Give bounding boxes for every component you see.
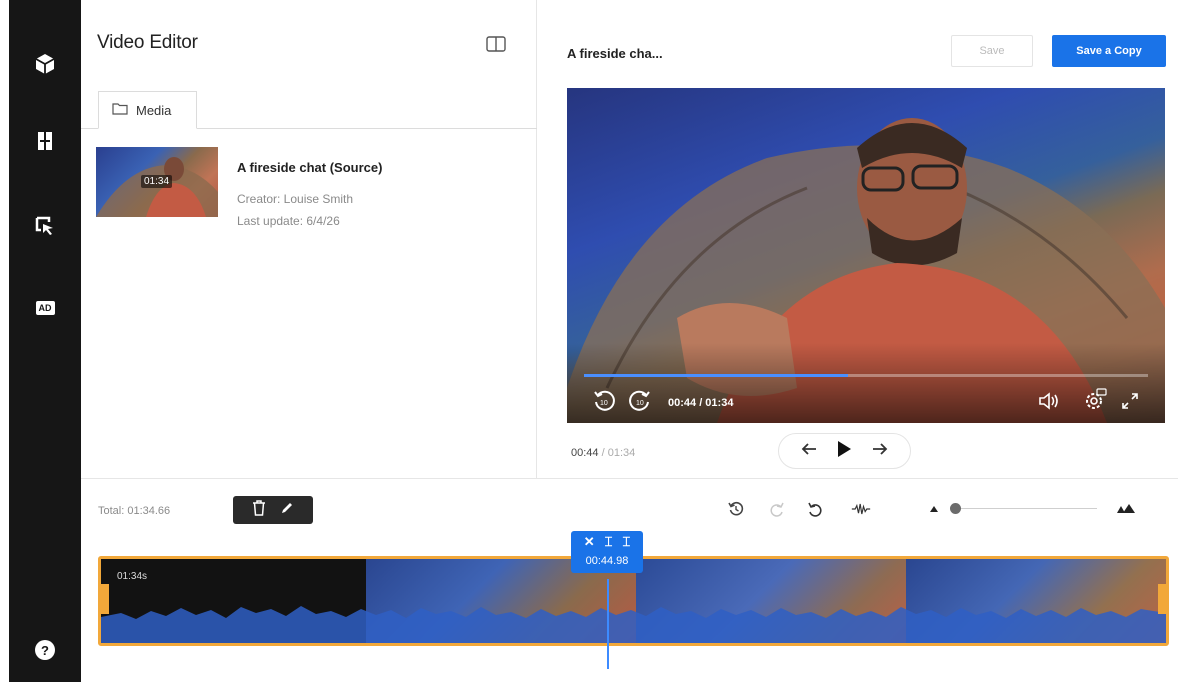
save-copy-button[interactable]: Save a Copy bbox=[1052, 35, 1166, 67]
tab-media-label: Media bbox=[136, 102, 172, 118]
zoom-in-icon[interactable] bbox=[1116, 499, 1136, 519]
video-progress-fill bbox=[584, 374, 848, 377]
zoom-slider-handle[interactable] bbox=[950, 503, 961, 514]
edit-pencil-icon[interactable] bbox=[280, 501, 294, 520]
playhead[interactable] bbox=[607, 579, 609, 669]
media-item[interactable]: 01:34 A fireside chat (Source) Creator: … bbox=[96, 147, 526, 228]
cut-icon[interactable]: ✕ bbox=[584, 534, 595, 550]
play-icon[interactable] bbox=[836, 440, 852, 463]
preview-panel: A fireside cha... Save Save a Copy 10 10… bbox=[538, 0, 1178, 478]
page-title: Video Editor bbox=[97, 32, 198, 53]
playhead-toolbar: ✕ ⌶ ⌶ 00:44.98 bbox=[571, 531, 643, 573]
audio-waveform bbox=[101, 606, 1166, 643]
trim-handle-left[interactable] bbox=[101, 584, 109, 614]
undo-icon[interactable] bbox=[805, 499, 825, 519]
settings-gear-icon[interactable] bbox=[1081, 386, 1109, 414]
split-left-icon[interactable]: ⌶ bbox=[605, 534, 613, 550]
media-item-title: A fireside chat (Source) bbox=[237, 160, 383, 175]
thumbnail-duration: 01:34 bbox=[141, 175, 173, 188]
total-time: 01:34 bbox=[607, 447, 636, 459]
save-button[interactable]: Save bbox=[951, 35, 1033, 67]
fullscreen-icon[interactable] bbox=[1119, 390, 1141, 412]
next-arrow-icon[interactable] bbox=[872, 442, 888, 461]
controls-shade bbox=[567, 343, 1165, 423]
video-title: A fireside cha... bbox=[567, 46, 663, 61]
forward-10-icon[interactable]: 10 bbox=[627, 388, 653, 414]
time-separator: / bbox=[598, 447, 608, 459]
left-rail: AD ? bbox=[0, 0, 81, 682]
frame-navigation bbox=[778, 433, 911, 469]
tab-media[interactable]: Media bbox=[98, 91, 197, 129]
rail-background: AD ? bbox=[9, 0, 81, 682]
timeline: Total: 01:34.66 01:34s ✕ ⌶ ⌶ 00:44.98 bbox=[81, 478, 1178, 682]
waveform-icon[interactable] bbox=[851, 499, 871, 519]
player-time: 00:44 / 01:34 bbox=[668, 397, 734, 409]
current-time: 00:44 bbox=[571, 447, 599, 459]
folder-icon bbox=[112, 102, 128, 118]
total-duration: Total: 01:34.66 bbox=[98, 505, 171, 517]
playhead-time: 00:44.98 bbox=[585, 555, 629, 567]
delete-icon[interactable] bbox=[252, 499, 266, 521]
time-readout: 00:44 / 01:34 bbox=[571, 447, 635, 459]
history-icon[interactable] bbox=[726, 499, 746, 519]
media-item-creator: Creator: Louise Smith bbox=[237, 192, 354, 206]
svg-text:10: 10 bbox=[636, 400, 644, 407]
trim-handle-right[interactable] bbox=[1158, 584, 1166, 614]
layout-toggle-icon[interactable] bbox=[486, 36, 506, 52]
media-item-last-update: Last update: 6/4/26 bbox=[237, 214, 340, 228]
previous-arrow-icon[interactable] bbox=[801, 442, 817, 461]
split-right-icon[interactable]: ⌶ bbox=[622, 534, 630, 550]
rewind-10-icon[interactable]: 10 bbox=[591, 388, 617, 414]
zoom-slider-track[interactable] bbox=[957, 508, 1097, 509]
selection-toolbar bbox=[233, 496, 313, 524]
ad-badge: AD bbox=[35, 301, 55, 315]
svg-text:10: 10 bbox=[600, 400, 608, 407]
audio-description-icon[interactable]: AD bbox=[29, 292, 61, 324]
cursor-click-icon[interactable] bbox=[29, 210, 61, 242]
video-player[interactable]: 10 10 00:44 / 01:34 bbox=[567, 88, 1165, 423]
media-thumbnail[interactable]: 01:34 bbox=[96, 147, 218, 217]
segment-duration-label: 01:34s bbox=[117, 571, 148, 582]
video-progress-track[interactable] bbox=[584, 374, 1148, 377]
volume-icon[interactable] bbox=[1037, 390, 1063, 412]
media-panel: Video Editor Media 01:34 A fireside chat… bbox=[81, 0, 537, 478]
cube-icon[interactable] bbox=[29, 48, 61, 80]
redo-icon[interactable] bbox=[767, 499, 787, 519]
help-icon[interactable]: ? bbox=[29, 634, 61, 666]
book-icon[interactable] bbox=[29, 125, 61, 157]
zoom-out-icon[interactable] bbox=[924, 499, 944, 519]
